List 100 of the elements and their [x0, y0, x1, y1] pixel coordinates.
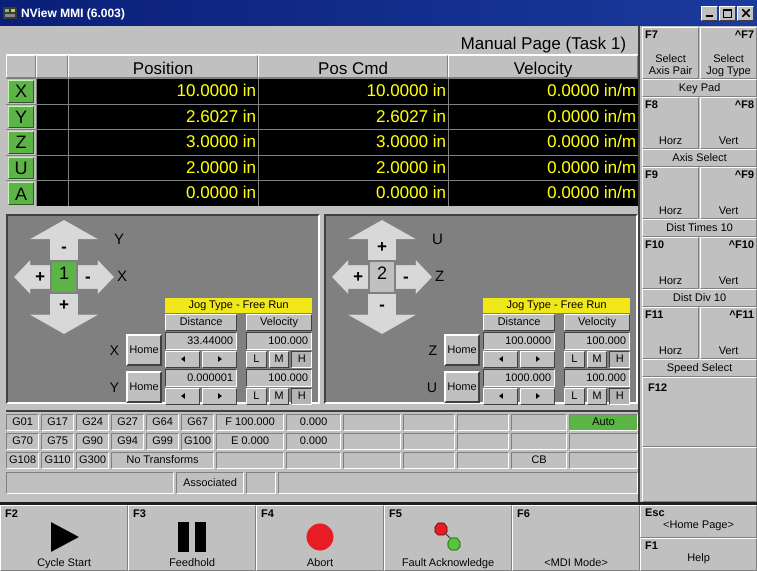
axis-button[interactable]: A [8, 182, 34, 205]
increase-button[interactable] [202, 388, 237, 405]
group-caption: Speed Select [642, 359, 757, 377]
right-triangle-icon [218, 393, 222, 400]
status-cell: G17 [41, 414, 74, 431]
speed-button[interactable]: H [291, 350, 312, 368]
axis-button[interactable]: X [8, 80, 34, 103]
jog-type-banner: Jog Type - Free Run [483, 298, 630, 313]
status-cell [246, 472, 276, 494]
function-key-button[interactable]: ^F8 Vert [700, 97, 757, 149]
status-cell: G108 [6, 452, 39, 469]
function-key-button[interactable]: F11 Horz [642, 307, 699, 359]
axis-pair-number: 2 [370, 262, 394, 292]
function-key-button[interactable]: F8 Horz [642, 97, 699, 149]
axis-button[interactable]: U [8, 156, 34, 180]
status-cell: G94 [111, 432, 144, 450]
function-key-button[interactable]: F12 [642, 377, 757, 447]
home-button[interactable]: Home [444, 370, 480, 403]
status-cell: G100 [181, 432, 214, 450]
table-cell: 0.0000 in/m [448, 130, 638, 155]
speed-button[interactable]: H [609, 350, 630, 368]
decrease-button[interactable] [165, 388, 200, 405]
toolbar-button[interactable]: F4 Abort [256, 505, 384, 571]
speed-button[interactable]: H [609, 388, 630, 405]
distance-field[interactable]: 33.44000 [165, 332, 237, 350]
speed-button[interactable]: H [291, 388, 312, 405]
speed-button[interactable]: M [586, 350, 608, 368]
increase-button[interactable] [520, 388, 555, 405]
minimize-button[interactable] [701, 6, 718, 20]
maximize-button[interactable] [719, 6, 736, 20]
speed-button[interactable]: L [564, 388, 585, 405]
axis-label: Y [108, 378, 120, 395]
help-key-button[interactable]: F1 Help [640, 538, 757, 571]
distance-field[interactable]: 1000.000 [483, 368, 555, 387]
right-triangle-icon [536, 356, 540, 362]
group-caption: Dist Times 10 [642, 219, 757, 237]
decrease-button[interactable] [483, 388, 518, 405]
stop-icon [306, 523, 334, 551]
pause-icon [178, 522, 206, 552]
table-cell: 10.0000 in [68, 79, 258, 104]
function-key-button[interactable]: ^F11 Vert [700, 307, 757, 359]
axis-button[interactable]: Y [8, 106, 34, 128]
function-key-button[interactable]: F7 Select Axis Pair [642, 27, 699, 79]
function-key-button[interactable]: ^F10 Vert [700, 237, 757, 289]
status-cell: No Transforms [111, 452, 214, 469]
page-title: Manual Page (Task 1) [460, 34, 626, 54]
decrease-button[interactable] [483, 350, 518, 368]
speed-button[interactable]: L [564, 350, 585, 368]
toolbar-button[interactable]: F5 Fault Acknowledge [384, 505, 512, 571]
velocity-field[interactable]: 100.000 [564, 332, 630, 350]
axis-label: U [426, 378, 438, 395]
toolbar-button[interactable]: F2 Cycle Start [0, 505, 128, 571]
speed-button[interactable]: L [246, 350, 267, 368]
decrease-button[interactable] [165, 350, 200, 368]
function-key-button[interactable]: F9 Horz [642, 167, 699, 219]
velocity-field[interactable]: 100.000 [246, 332, 312, 350]
status-cell: CB [511, 452, 567, 469]
speed-button[interactable]: L [246, 388, 267, 405]
table-cell: 10.0000 in [258, 79, 448, 104]
function-key-button[interactable]: F10 Horz [642, 237, 699, 289]
home-button[interactable]: Home [126, 370, 162, 403]
home-button[interactable]: Home [126, 334, 162, 366]
jog-type-banner: Jog Type - Free Run [165, 298, 312, 313]
increase-button[interactable] [520, 350, 555, 368]
velocity-field[interactable]: 100.000 [246, 368, 312, 387]
home-button[interactable]: Home [444, 334, 480, 366]
function-key-button[interactable]: ^F7 Select Jog Type [700, 27, 757, 79]
table-cell: 0.0000 in/m [448, 181, 638, 206]
axis-label: Y [114, 230, 126, 250]
distance-field[interactable]: 0.000001 [165, 368, 237, 387]
status-cell: G300 [76, 452, 109, 469]
speed-button[interactable]: M [268, 388, 290, 405]
close-button[interactable] [737, 6, 754, 20]
increase-button[interactable] [202, 350, 237, 368]
status-cell: Associated [176, 472, 244, 494]
axis-label: Z [434, 268, 446, 286]
column-label: Distance [483, 314, 555, 331]
table-cell: 0.0000 in [258, 181, 448, 206]
velocity-field[interactable]: 100.000 [564, 368, 630, 387]
axis-button[interactable]: Z [8, 131, 34, 154]
speed-button[interactable]: M [268, 350, 290, 368]
function-key-button[interactable]: ^F9 Vert [700, 167, 757, 219]
group-caption: Axis Select [642, 149, 757, 167]
home-page-key-button[interactable]: Esc <Home Page> [640, 505, 757, 538]
jog-right-arrow-button[interactable]: - [78, 260, 114, 294]
left-triangle-icon [180, 393, 184, 400]
jog-right-arrow-button[interactable]: - [396, 260, 432, 294]
status-cell: G67 [181, 414, 214, 431]
toolbar-button[interactable]: F3 Feedhold [128, 505, 256, 571]
axis-label: X [108, 342, 120, 358]
status-cell: G01 [6, 414, 39, 431]
close-icon [742, 9, 750, 17]
speed-button[interactable]: M [586, 388, 608, 405]
status-cell: G24 [76, 414, 109, 431]
play-icon [49, 522, 79, 552]
toolbar-button[interactable]: F6 <MDI Mode> [512, 505, 640, 571]
jog-left-arrow-button[interactable]: + [14, 260, 50, 294]
distance-field[interactable]: 100.0000 [483, 332, 555, 350]
group-caption: Key Pad [642, 79, 757, 97]
jog-left-arrow-button[interactable]: + [332, 260, 368, 294]
